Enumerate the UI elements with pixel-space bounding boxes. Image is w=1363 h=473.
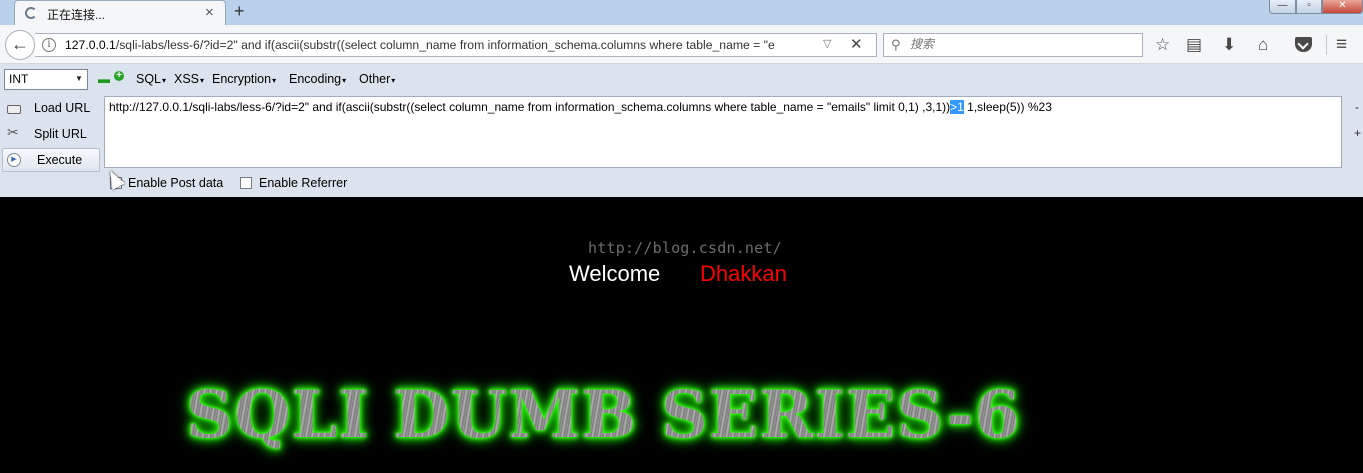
bookmarks-list-icon[interactable]: ▤ xyxy=(1186,35,1202,55)
back-button[interactable]: ← xyxy=(5,30,35,60)
search-icon: ⚲ xyxy=(891,37,901,52)
series-banner: SQLI DUMB SERIES-6 xyxy=(186,377,1021,453)
hackbar-url-textarea[interactable]: http://127.0.0.1/sqli-labs/less-6/?id=2"… xyxy=(104,96,1342,168)
url-path: /sqli-labs/less-6/?id=2" and if(ascii(su… xyxy=(115,38,775,52)
downloads-icon[interactable]: ⬇ xyxy=(1222,35,1236,55)
hackbar-panel: INT ▼ ▬ + SQL XSS Encryption Encoding Ot… xyxy=(0,64,1363,197)
encoding-menu[interactable]: Encoding xyxy=(289,72,346,86)
scissors-icon: ✂ xyxy=(7,124,19,140)
welcome-text: Welcome xyxy=(569,261,661,286)
increase-icon[interactable]: + xyxy=(114,71,124,81)
pocket-icon[interactable] xyxy=(1295,37,1312,52)
execute-label: Execute xyxy=(37,153,83,167)
url-bar[interactable]: i 127.0.0.1/sqli-labs/less-6/?id=2" and … xyxy=(35,33,877,57)
url-history-dropdown-icon[interactable]: ▽ xyxy=(823,37,831,50)
url-host: 127.0.0.1 xyxy=(65,38,116,52)
xss-menu[interactable]: XSS xyxy=(174,72,204,86)
search-input[interactable] xyxy=(910,37,1130,51)
shrink-textarea-button[interactable]: - xyxy=(1355,100,1359,114)
tab-title: 正在连接... xyxy=(47,8,106,22)
watermark-text: http://blog.csdn.net/ xyxy=(588,239,782,257)
decrease-icon[interactable]: ▬ xyxy=(98,72,110,86)
page-content: http://blog.csdn.net/ Welcome Dhakkan SQ… xyxy=(0,197,1363,473)
search-bar[interactable]: ⚲ xyxy=(883,33,1143,57)
enable-post-label: Enable Post data xyxy=(128,176,224,190)
encryption-menu[interactable]: Encryption xyxy=(212,72,276,86)
other-menu[interactable]: Other xyxy=(359,72,395,86)
expand-textarea-button[interactable]: + xyxy=(1354,126,1361,140)
bookmark-star-icon[interactable]: ☆ xyxy=(1155,35,1170,55)
url-text-after: 1,sleep(5)) %23 xyxy=(963,100,1052,114)
enable-referrer-checkbox[interactable] xyxy=(240,177,252,189)
browser-tab[interactable]: 正在连接... × xyxy=(14,0,226,25)
load-url-button[interactable]: Load URL xyxy=(2,96,100,120)
url-text-before: http://127.0.0.1/sqli-labs/less-6/?id=2"… xyxy=(109,100,951,114)
split-url-button[interactable]: ✂ Split URL xyxy=(2,122,100,146)
new-tab-button[interactable]: + xyxy=(234,1,245,22)
url-text-selected: >1 xyxy=(950,100,964,114)
loading-icon xyxy=(25,7,37,19)
load-url-label: Load URL xyxy=(34,101,91,115)
tab-strip: 正在连接... × + — ▫ ✕ xyxy=(0,0,1363,25)
sql-menu[interactable]: SQL xyxy=(136,72,166,86)
url-text[interactable]: 127.0.0.1/sqli-labs/less-6/?id=2" and if… xyxy=(65,38,840,52)
load-url-icon xyxy=(7,105,21,114)
site-info-icon[interactable]: i xyxy=(42,38,56,52)
stop-loading-icon[interactable]: ✕ xyxy=(850,35,863,53)
play-icon: ▶ xyxy=(7,153,21,167)
toolbar-separator xyxy=(1326,35,1327,55)
enable-referrer-label: Enable Referrer xyxy=(259,176,348,190)
window-minimize-button[interactable]: — xyxy=(1269,0,1296,14)
home-icon[interactable]: ⌂ xyxy=(1258,35,1268,55)
dropdown-arrow-icon[interactable]: ▼ xyxy=(75,74,83,83)
hamburger-menu-icon[interactable]: ≡ xyxy=(1336,35,1347,55)
window-maximize-button[interactable]: ▫ xyxy=(1296,0,1322,14)
split-url-label: Split URL xyxy=(34,127,87,141)
tab-close-icon[interactable]: × xyxy=(205,4,214,21)
window-close-button[interactable]: ✕ xyxy=(1322,0,1363,14)
user-name-text: Dhakkan xyxy=(700,261,787,286)
navigation-toolbar: ← i 127.0.0.1/sqli-labs/less-6/?id=2" an… xyxy=(0,25,1363,64)
encoding-select-value: INT xyxy=(9,72,29,86)
execute-button[interactable]: ▶ Execute xyxy=(2,148,100,172)
